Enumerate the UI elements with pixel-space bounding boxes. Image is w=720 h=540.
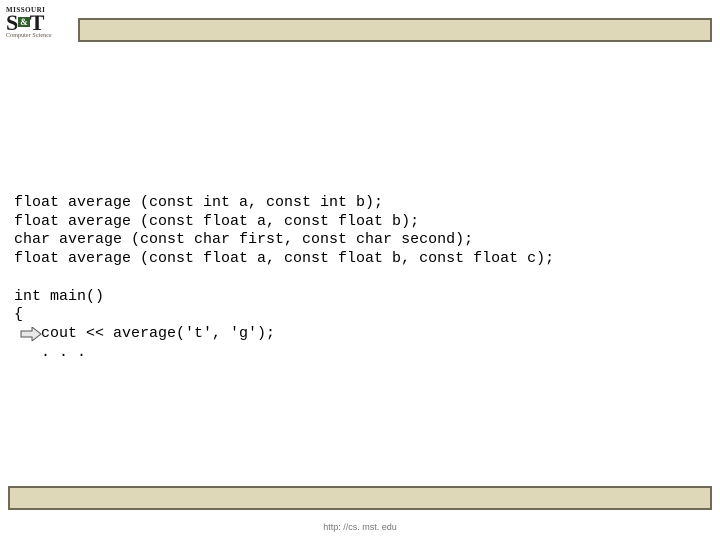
code-line-7-row: cout << average('t', 'g');: [14, 325, 275, 342]
header: MISSOURI S&T Computer Science: [6, 6, 712, 54]
logo-t: T: [30, 10, 45, 35]
code-block: float average (const int a, const int b)…: [14, 175, 710, 363]
code-line-1: float average (const int a, const int b)…: [14, 194, 383, 211]
code-line-6: {: [14, 306, 23, 323]
logo-st: S&T: [6, 14, 66, 32]
bottom-bar: [8, 486, 712, 510]
code-line-5: int main(): [14, 288, 104, 305]
code-line-8: . . .: [14, 344, 86, 361]
slide: MISSOURI S&T Computer Science float aver…: [0, 0, 720, 540]
arrow-icon: [20, 327, 42, 341]
footer-url: http: //cs. mst. edu: [0, 522, 720, 532]
code-line-2: float average (const float a, const floa…: [14, 213, 419, 230]
title-bar: [78, 18, 712, 42]
logo: MISSOURI S&T Computer Science: [6, 6, 66, 50]
code-line-3: char average (const char first, const ch…: [14, 231, 473, 248]
logo-s: S: [6, 10, 18, 35]
code-line-7: cout << average('t', 'g');: [14, 325, 275, 342]
code-line-4: float average (const float a, const floa…: [14, 250, 554, 267]
logo-amp: &: [18, 17, 30, 27]
